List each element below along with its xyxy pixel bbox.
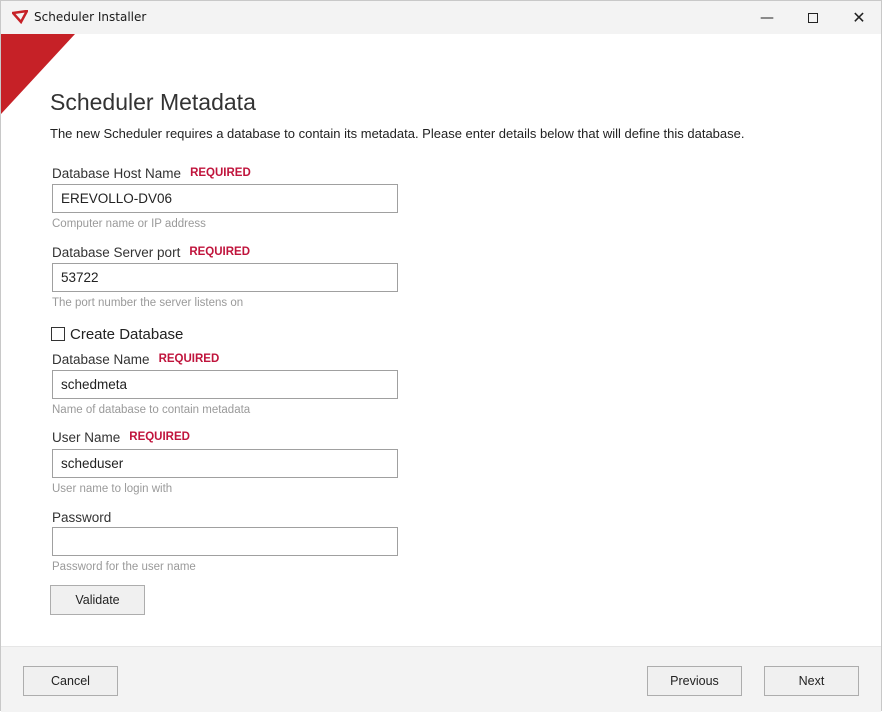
dbname-hint: Name of database to contain metadata: [52, 404, 251, 416]
password-label: Password: [52, 510, 112, 525]
password-hint: Password for the user name: [52, 561, 196, 573]
host-hint: Computer name or IP address: [52, 218, 206, 230]
close-button[interactable]: ✕: [836, 1, 882, 34]
previous-button[interactable]: Previous: [647, 666, 742, 696]
host-label: Database Host Name REQUIRED: [52, 166, 251, 181]
dbname-label: Database Name REQUIRED: [52, 352, 219, 367]
port-hint: The port number the server listens on: [52, 297, 244, 309]
user-label-text: User Name: [52, 430, 121, 445]
required-badge: REQUIRED: [189, 246, 251, 258]
dbname-input[interactable]: [52, 370, 398, 399]
validate-button[interactable]: Validate: [50, 585, 145, 615]
page-description: The new Scheduler requires a database to…: [50, 126, 745, 141]
app-logo-icon: [12, 10, 28, 24]
cancel-button[interactable]: Cancel: [23, 666, 118, 696]
minimize-button[interactable]: —: [744, 1, 790, 34]
host-input[interactable]: [52, 184, 398, 213]
window-title: Scheduler Installer: [34, 10, 147, 24]
create-database-label[interactable]: Create Database: [70, 326, 183, 343]
dbname-label-text: Database Name: [52, 352, 150, 367]
required-badge: REQUIRED: [158, 353, 220, 365]
user-label: User Name REQUIRED: [52, 430, 190, 445]
footer: Cancel Previous Next: [1, 646, 881, 712]
required-badge: REQUIRED: [129, 431, 190, 443]
next-button[interactable]: Next: [764, 666, 859, 696]
user-hint: User name to login with: [52, 483, 173, 495]
port-label-text: Database Server port: [52, 245, 181, 260]
required-badge: REQUIRED: [190, 167, 251, 179]
password-input[interactable]: [52, 527, 398, 556]
host-label-text: Database Host Name: [52, 166, 182, 181]
port-input[interactable]: [52, 263, 398, 292]
user-input[interactable]: [52, 449, 398, 478]
create-database-checkbox[interactable]: [51, 327, 65, 341]
maximize-button[interactable]: [790, 1, 836, 34]
port-label: Database Server port REQUIRED: [52, 245, 250, 260]
title-bar: Scheduler Installer — ✕: [1, 1, 881, 34]
page-title: Scheduler Metadata: [50, 89, 256, 115]
